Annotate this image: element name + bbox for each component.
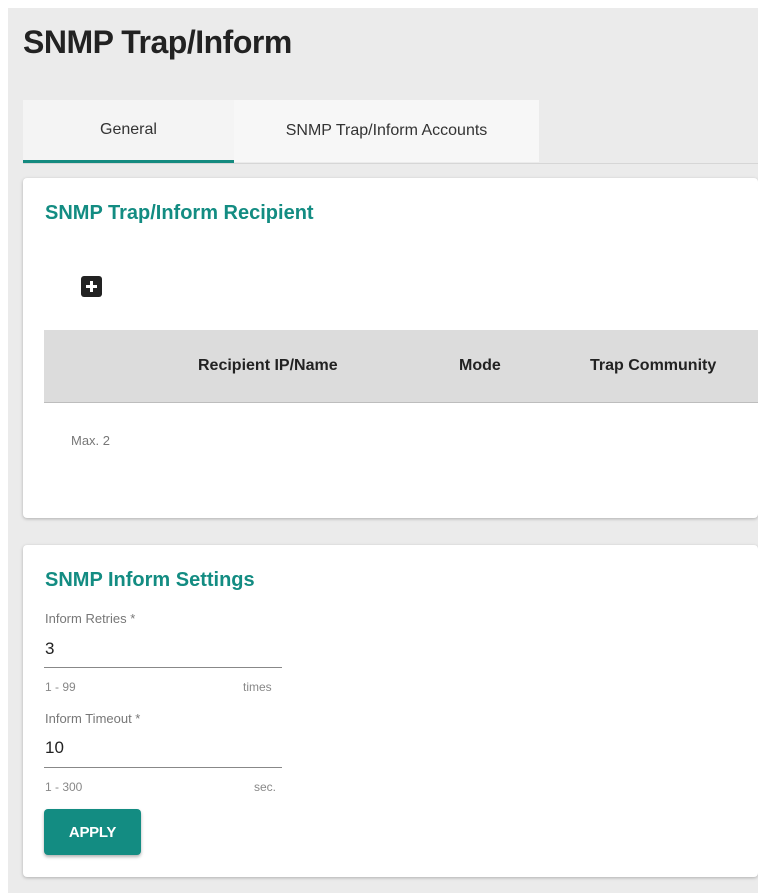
inform-timeout-input[interactable]: 10: [45, 738, 64, 758]
add-icon[interactable]: [81, 276, 102, 297]
recipient-card: SNMP Trap/Inform Recipient Recipient IP/…: [23, 178, 758, 518]
inform-settings-title: SNMP Inform Settings: [45, 569, 255, 591]
page-title: SNMP Trap/Inform: [23, 24, 292, 60]
inform-retries-range: 1 - 99: [45, 680, 76, 694]
inform-retries-underline: [44, 667, 282, 668]
recipient-card-title: SNMP Trap/Inform Recipient: [45, 202, 314, 224]
inform-settings-card: SNMP Inform Settings Inform Retries * 3 …: [23, 545, 758, 877]
inform-timeout-unit: sec.: [254, 780, 277, 794]
tab-snmp-trap-inform-accounts[interactable]: SNMP Trap/Inform Accounts: [234, 100, 539, 162]
inform-timeout-underline: [44, 767, 282, 768]
column-header-trap-community[interactable]: Trap Community: [590, 357, 716, 375]
inform-timeout-range: 1 - 300: [45, 780, 83, 794]
inform-timeout-label: Inform Timeout *: [45, 711, 141, 726]
tab-general[interactable]: General: [23, 100, 234, 163]
inform-retries-unit: times: [243, 680, 272, 694]
table-footer-max: Max. 2: [71, 433, 111, 448]
recipient-table-header: Recipient IP/Name Mode Trap Community: [44, 330, 758, 403]
column-header-recipient-ip[interactable]: Recipient IP/Name: [198, 357, 338, 375]
inform-retries-label: Inform Retries *: [45, 611, 136, 626]
column-header-mode[interactable]: Mode: [459, 357, 501, 375]
inform-retries-input[interactable]: 3: [45, 639, 54, 659]
tab-bar: General SNMP Trap/Inform Accounts: [23, 100, 758, 164]
apply-button[interactable]: APPLY: [44, 809, 141, 855]
